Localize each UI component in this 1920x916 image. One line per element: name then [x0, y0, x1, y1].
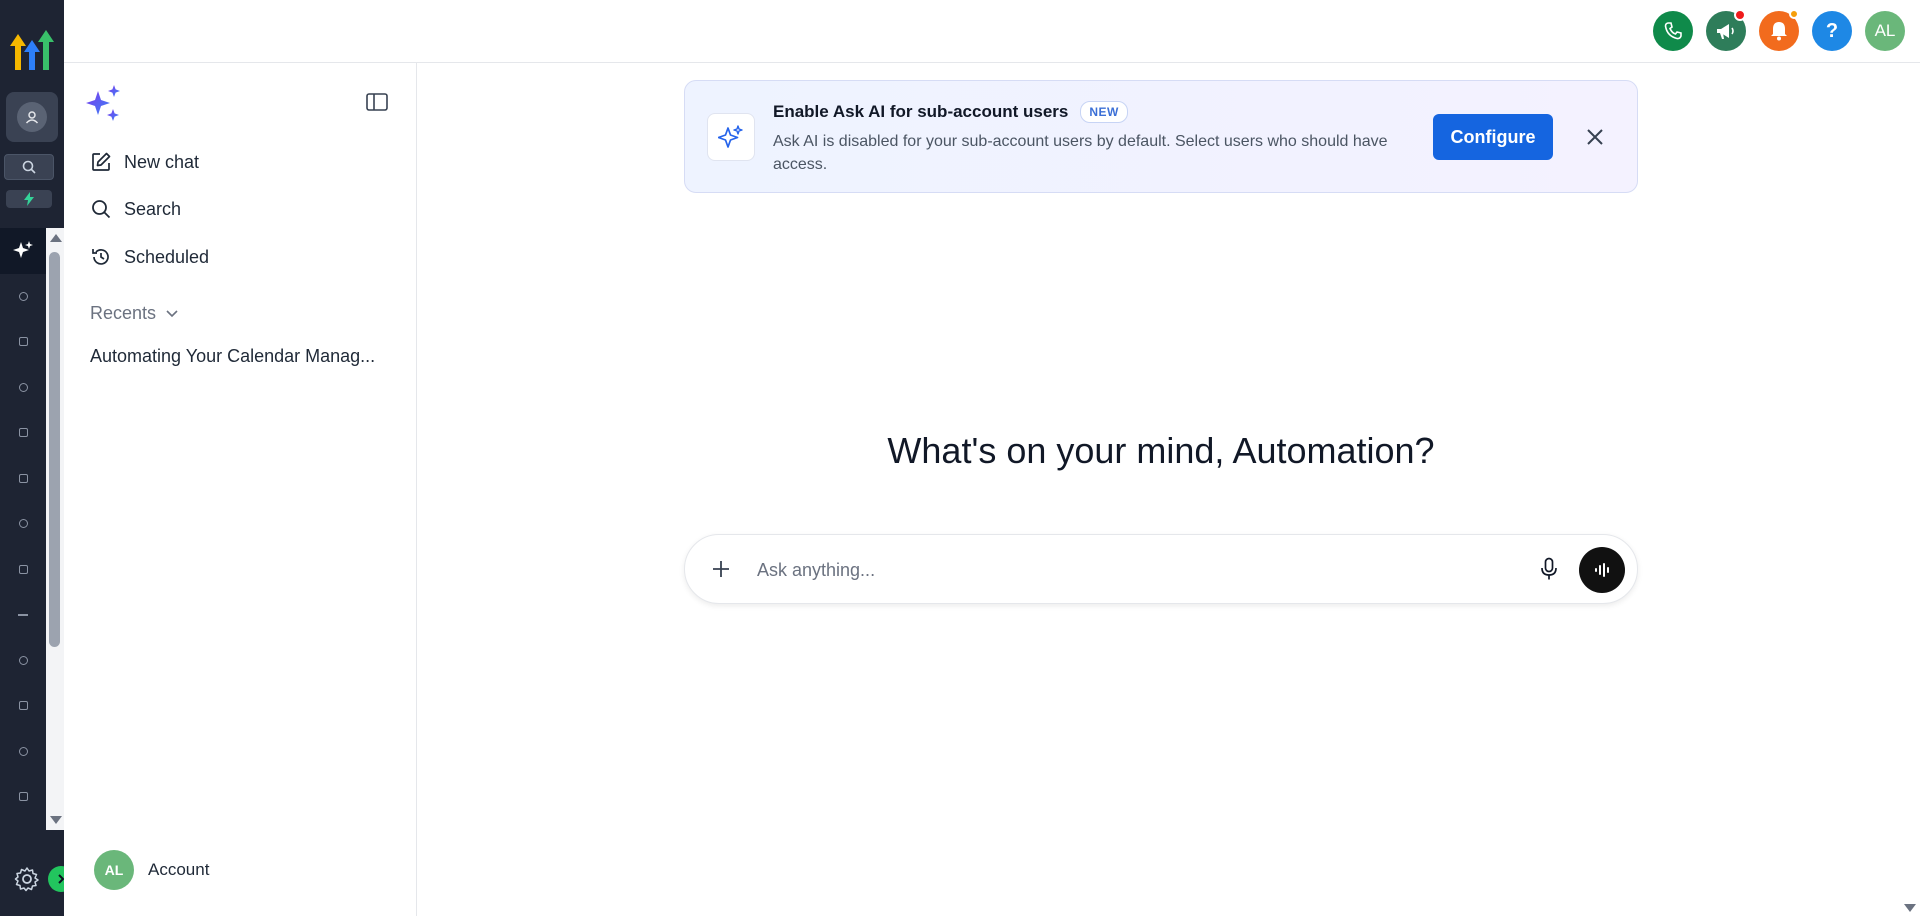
notification-dot: [1789, 9, 1799, 19]
top-header: ? AL: [64, 0, 1920, 63]
banner-description: Ask AI is disabled for your sub-account …: [773, 133, 1388, 173]
notification-dot: [1734, 9, 1746, 21]
rail-item-automation[interactable]: [0, 683, 46, 729]
target-icon: [18, 291, 28, 301]
edit-icon: [92, 152, 111, 171]
sidebar-panel-icon: [366, 93, 388, 111]
ai-sparkle-icon: [13, 240, 33, 258]
banner-title: Enable Ask AI for sub-account users NEW: [773, 101, 1128, 123]
gear-icon: [14, 867, 39, 892]
help-label: ?: [1825, 19, 1839, 42]
audio-wave-icon: [1595, 563, 1609, 577]
inbox-icon: [18, 564, 28, 574]
pin-icon: [18, 655, 28, 665]
app-rail: [0, 0, 74, 916]
scroll-down-icon[interactable]: [50, 816, 62, 824]
voice-mode-button[interactable]: [1579, 547, 1625, 593]
chat-icon: [18, 382, 28, 392]
rail-item-calendar[interactable]: [0, 410, 46, 456]
search-icon: [92, 200, 111, 219]
rail-item-dashboard[interactable]: [0, 319, 46, 365]
user-icon: [17, 102, 47, 132]
rail-item-sites[interactable]: [0, 729, 46, 775]
toggle-sidebar-button[interactable]: [366, 93, 388, 111]
rail-item-opportunities[interactable]: [0, 501, 46, 547]
grid-icon: [18, 337, 28, 347]
recents-label: Recents: [90, 303, 157, 323]
bolt-icon: [24, 192, 34, 206]
search-chats-button[interactable]: Search: [90, 194, 181, 224]
user-avatar-button[interactable]: AL: [1865, 11, 1905, 51]
search-label: Search: [124, 198, 182, 219]
network-icon: [18, 519, 28, 529]
box-icon: [18, 792, 28, 802]
scroll-thumb[interactable]: [49, 252, 60, 647]
account-button[interactable]: AL Account: [94, 850, 209, 890]
rail-menu: [0, 228, 46, 830]
chat-sidebar: New chat Search Scheduled Recents Automa…: [64, 63, 417, 916]
minus-icon: [18, 613, 28, 616]
settings-button[interactable]: [14, 866, 40, 892]
rail-search-button[interactable]: [4, 154, 54, 180]
scroll-up-icon[interactable]: [50, 234, 62, 242]
phone-button[interactable]: [1653, 11, 1693, 51]
rail-item-ai[interactable]: [0, 228, 46, 274]
ask-box: [684, 534, 1638, 604]
rail-item-payments[interactable]: [0, 547, 46, 593]
scheduled-label: Scheduled: [124, 246, 210, 267]
bell-icon: [1771, 22, 1787, 41]
rail-item-more[interactable]: [0, 820, 46, 831]
quick-actions-button[interactable]: [6, 190, 52, 208]
rail-item-divider[interactable]: [0, 592, 46, 638]
new-chat-label: New chat: [124, 151, 200, 172]
recents-toggle[interactable]: Recents: [90, 303, 178, 324]
greeting-heading: What's on your mind, Automation?: [887, 430, 1435, 471]
rail-item-conversations[interactable]: [0, 365, 46, 411]
configure-button[interactable]: Configure: [1433, 114, 1553, 160]
contacts-icon: [18, 473, 28, 483]
account-label: Account: [148, 860, 210, 879]
page-scroll-down-icon[interactable]: [1904, 904, 1916, 912]
sparkle-icon: [707, 113, 755, 161]
ai-logo-icon: [86, 83, 124, 123]
notifications-button[interactable]: [1759, 9, 1799, 51]
account-avatar: AL: [94, 850, 134, 890]
send-icon: [18, 701, 28, 711]
microphone-icon: [1541, 557, 1557, 580]
rail-item-contacts[interactable]: [0, 456, 46, 502]
chevron-down-icon: [166, 309, 178, 317]
app-logo[interactable]: [6, 18, 58, 72]
close-icon: [1587, 129, 1603, 145]
rail-item-marketing[interactable]: [0, 638, 46, 684]
new-chat-button[interactable]: New chat: [90, 147, 199, 177]
attach-button[interactable]: [707, 555, 735, 583]
search-icon: [22, 160, 36, 174]
recent-chat-item[interactable]: Automating Your Calendar Manag...: [90, 346, 400, 367]
rail-scrollbar[interactable]: [46, 228, 64, 830]
gauge-icon: [18, 746, 28, 756]
enable-ask-ai-banner: Enable Ask AI for sub-account users NEW …: [684, 80, 1638, 193]
rail-item-target[interactable]: [0, 274, 46, 320]
announcements-button[interactable]: [1706, 9, 1746, 51]
rail-item-memberships[interactable]: [0, 774, 46, 820]
new-badge: NEW: [1080, 101, 1128, 123]
history-icon: [92, 249, 109, 265]
help-button[interactable]: ?: [1812, 11, 1852, 51]
avatar-initials: AL: [1874, 21, 1896, 40]
megaphone-icon: [1717, 24, 1734, 39]
account-switcher[interactable]: [6, 92, 58, 142]
microphone-button[interactable]: [1535, 555, 1563, 583]
phone-icon: [1664, 22, 1682, 40]
calendar-icon: [18, 428, 28, 438]
plus-icon: [713, 561, 729, 577]
scheduled-button[interactable]: Scheduled: [90, 242, 209, 272]
close-banner-button[interactable]: [1581, 123, 1609, 151]
ask-input[interactable]: [757, 553, 1517, 587]
banner-title-text: Enable Ask AI for sub-account users: [773, 102, 1069, 121]
